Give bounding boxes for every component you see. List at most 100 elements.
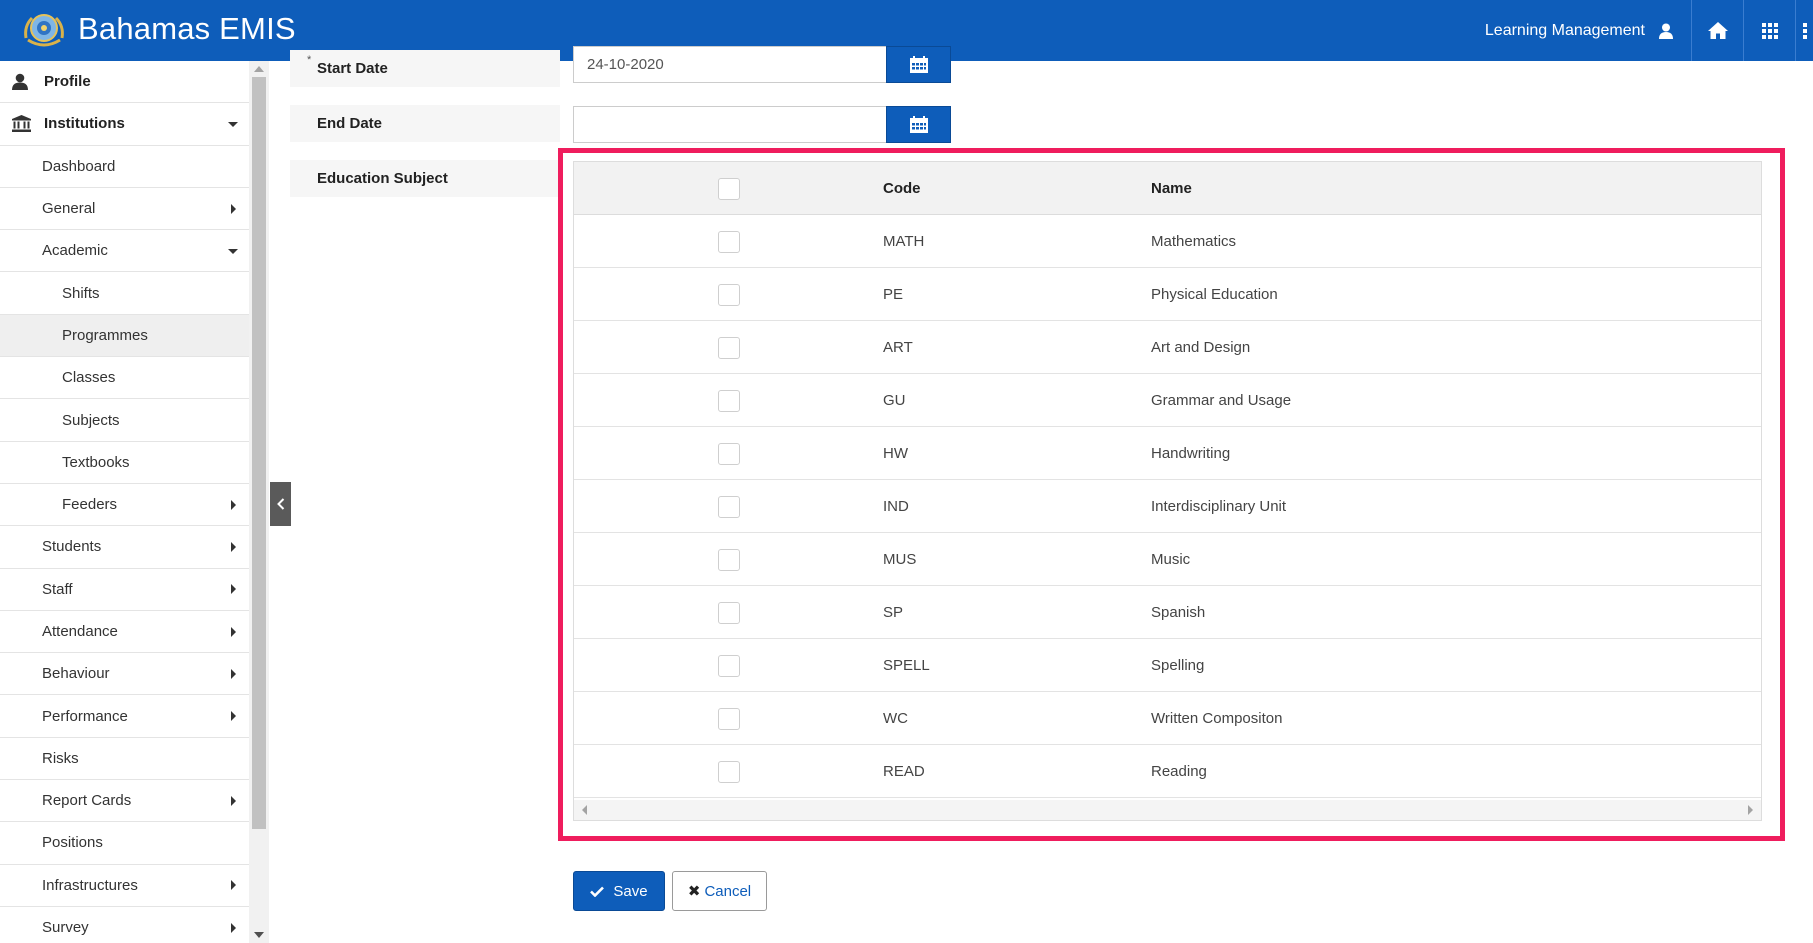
sidebar-item-general[interactable]: General (0, 188, 249, 231)
sidebar-item-profile[interactable]: Profile (0, 61, 249, 104)
grid-icon (1761, 22, 1778, 39)
chevron-right-icon (231, 795, 236, 806)
table-row[interactable]: GU Grammar and Usage (574, 374, 1761, 427)
row-checkbox[interactable] (718, 761, 740, 783)
table-row[interactable]: PE Physical Education (574, 268, 1761, 321)
education-subject-label-text: Education Subject (317, 170, 448, 187)
brand[interactable]: Bahamas EMIS (20, 8, 296, 50)
sidebar-item-positions[interactable]: Positions (0, 822, 249, 865)
sidebar-item-feeders[interactable]: Feeders (0, 484, 249, 527)
save-button[interactable]: Save (573, 871, 665, 911)
row-checkbox[interactable] (718, 708, 740, 730)
row-checkbox[interactable] (718, 231, 740, 253)
subject-name: Spelling (1151, 657, 1205, 674)
table-row[interactable]: WC Written Compositon (574, 692, 1761, 745)
sidebar-item-institutions[interactable]: Institutions (0, 103, 249, 146)
sidebar-item-label: Attendance (42, 623, 118, 640)
sidebar-item-label: Subjects (62, 411, 120, 429)
subject-code: MATH (883, 233, 925, 250)
row-checkbox[interactable] (718, 496, 740, 518)
scroll-down-arrow-icon[interactable] (254, 932, 264, 938)
home-button[interactable] (1691, 0, 1743, 61)
row-checkbox[interactable] (718, 390, 740, 412)
sidebar-item-label: Report Cards (42, 792, 132, 810)
chevron-right-icon (231, 541, 236, 552)
row-checkbox[interactable] (718, 655, 740, 677)
sidebar-item-infrastructures[interactable]: Infrastructures (0, 865, 249, 907)
column-header-name[interactable]: Name (1151, 162, 1192, 215)
subject-code: IND (883, 498, 909, 515)
sidebar-item-subjects[interactable]: Subjects (0, 399, 249, 442)
row-checkbox[interactable] (718, 443, 740, 465)
sidebar-item-behaviour[interactable]: Behaviour (0, 653, 249, 696)
table-horizontal-scrollbar[interactable] (574, 800, 1761, 820)
cancel-button[interactable]: ✖ Cancel (672, 871, 767, 911)
sidebar-item-textbooks[interactable]: Textbooks (0, 442, 249, 484)
table-row[interactable]: MUS Music (574, 533, 1761, 586)
scroll-up-arrow-icon[interactable] (254, 66, 264, 72)
end-date-calendar-button[interactable] (886, 106, 951, 143)
sidebar-item-staff[interactable]: Staff (0, 569, 249, 611)
start-date-label: * Start Date (290, 50, 560, 87)
sidebar-item-report-cards[interactable]: Report Cards (0, 780, 249, 823)
sidebar-collapse-button[interactable] (270, 482, 291, 526)
subject-code: HW (883, 445, 908, 462)
scroll-right-arrow-icon[interactable] (1748, 805, 1753, 815)
row-checkbox[interactable] (718, 549, 740, 571)
subject-code: WC (883, 710, 908, 727)
sidebar-item-performance[interactable]: Performance (0, 695, 249, 738)
row-checkbox[interactable] (718, 602, 740, 624)
sidebar-item-label: Classes (62, 369, 116, 387)
subject-code: READ (883, 763, 925, 780)
sidebar-item-classes[interactable]: Classes (0, 357, 249, 400)
more-menu-button[interactable] (1795, 0, 1813, 61)
table-row[interactable]: SPELL Spelling (574, 639, 1761, 692)
cancel-button-label: Cancel (704, 882, 752, 900)
sidebar-item-students[interactable]: Students (0, 526, 249, 569)
sidebar-item-attendance[interactable]: Attendance (0, 611, 249, 654)
subject-name: Physical Education (1151, 286, 1278, 303)
sidebar-item-label: Academic (42, 242, 108, 260)
column-header-code[interactable]: Code (883, 162, 921, 215)
apps-grid-button[interactable] (1743, 0, 1795, 61)
calendar-icon (909, 116, 928, 133)
end-date-label-text: End Date (317, 115, 383, 132)
chevron-right-icon (231, 922, 236, 933)
subject-name: Mathematics (1151, 233, 1237, 250)
sidebar-item-label: Shifts (62, 284, 100, 302)
table-row[interactable]: SP Spanish (574, 586, 1761, 639)
sidebar-nav: Profile Institutions Dashboard General A… (0, 61, 249, 943)
subject-name: Reading (1151, 763, 1207, 780)
table-row[interactable]: ART Art and Design (574, 321, 1761, 374)
sidebar-item-shifts[interactable]: Shifts (0, 272, 249, 315)
user-menu-label: Learning Management (1484, 21, 1645, 39)
sidebar-item-survey[interactable]: Survey (0, 907, 249, 943)
sidebar-item-dashboard[interactable]: Dashboard (0, 146, 249, 188)
row-checkbox[interactable] (718, 284, 740, 306)
scrollbar-thumb[interactable] (252, 77, 266, 829)
start-date-input[interactable]: 24-10-2020 (573, 46, 887, 83)
user-icon (1659, 23, 1673, 39)
table-row[interactable]: HW Handwriting (574, 427, 1761, 480)
sidebar-item-label: Textbooks (62, 453, 130, 471)
check-icon (590, 886, 605, 897)
table-row[interactable]: MATH Mathematics (574, 215, 1761, 268)
chevron-down-icon (228, 121, 238, 127)
start-date-calendar-button[interactable] (886, 46, 951, 83)
user-menu[interactable]: Learning Management (1485, 22, 1691, 40)
select-all-checkbox[interactable] (718, 178, 740, 200)
sidebar-scrollbar[interactable] (249, 61, 269, 943)
sidebar-item-label: Dashboard (42, 157, 116, 175)
table-header-row: Code Name (574, 162, 1761, 215)
end-date-input[interactable] (573, 106, 887, 143)
subject-name: Interdisciplinary Unit (1151, 498, 1287, 515)
table-row[interactable]: READ Reading (574, 745, 1761, 798)
scroll-left-arrow-icon[interactable] (582, 805, 587, 815)
sidebar-item-academic[interactable]: Academic (0, 230, 249, 273)
table-row[interactable]: IND Interdisciplinary Unit (574, 480, 1761, 533)
sidebar-item-programmes[interactable]: Programmes (0, 314, 249, 358)
subject-name: Music (1151, 551, 1191, 568)
row-checkbox[interactable] (718, 337, 740, 359)
subject-code: MUS (883, 551, 917, 568)
sidebar-item-risks[interactable]: Risks (0, 738, 249, 781)
